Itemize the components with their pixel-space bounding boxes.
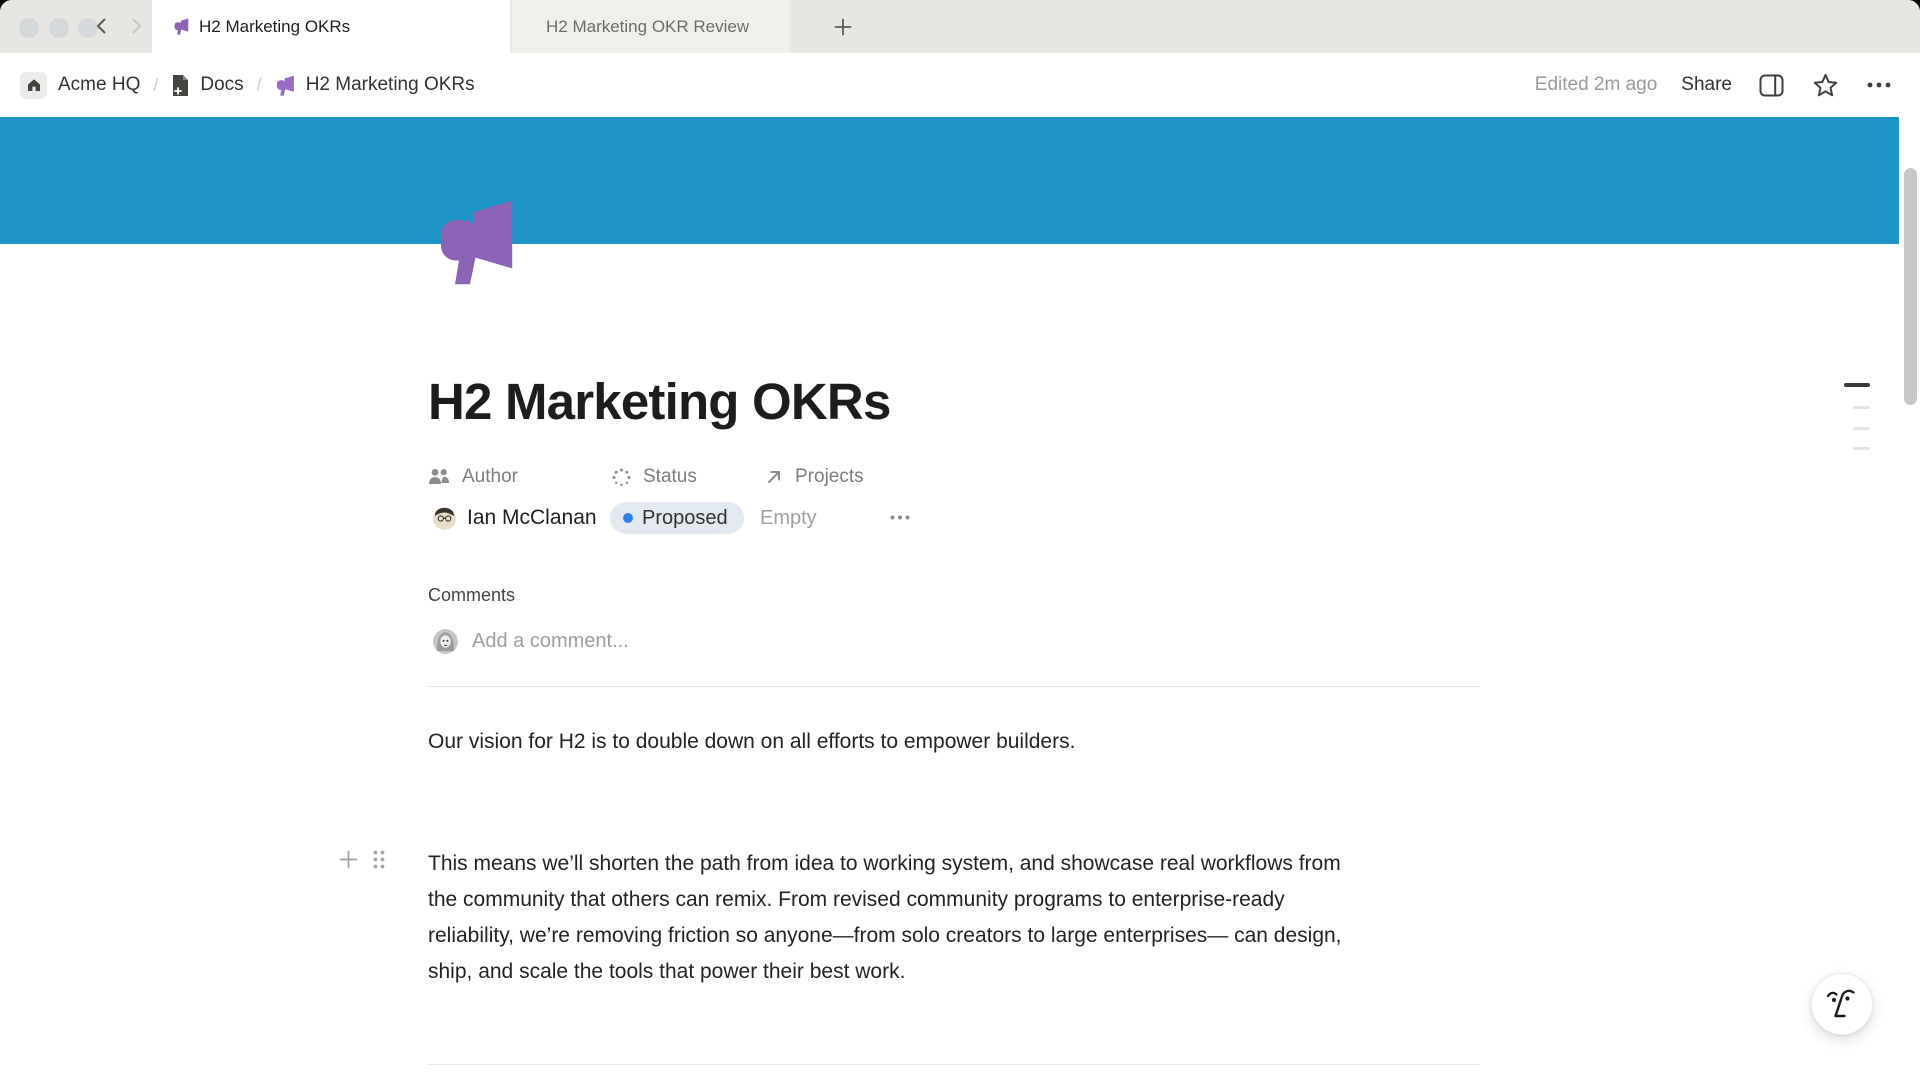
status-value-pill[interactable]: Proposed <box>610 502 744 534</box>
ellipsis-icon <box>1867 82 1891 88</box>
avatar <box>433 629 458 654</box>
property-label: Projects <box>795 466 864 488</box>
share-button[interactable]: Share <box>1681 74 1732 96</box>
property-label: Author <box>462 466 518 488</box>
toc-line[interactable] <box>1853 427 1870 430</box>
plus-icon <box>338 849 359 870</box>
paragraph-block[interactable]: This means we’ll shorten the path from i… <box>428 846 1368 990</box>
breadcrumb-separator: / <box>153 75 158 96</box>
ai-assistant-button[interactable] <box>1811 973 1873 1035</box>
breadcrumb-item-docs[interactable]: Docs <box>171 74 243 97</box>
paragraph-block[interactable]: Our vision for H2 is to double down on a… <box>428 724 1428 760</box>
tab-h2-marketing-okr-review[interactable]: H2 Marketing OKR Review <box>512 0 790 53</box>
author-name: Ian McClanan <box>467 506 597 530</box>
breadcrumb: Acme HQ / Docs / H2 Marketing OKRs <box>20 53 475 117</box>
page-header: Acme HQ / Docs / H2 Marketing OKRs Edite… <box>0 53 1920 117</box>
home-icon <box>20 72 47 99</box>
back-button[interactable] <box>88 12 116 40</box>
toc-line[interactable] <box>1853 447 1870 450</box>
toc-line-active[interactable] <box>1844 383 1870 387</box>
star-icon <box>1813 73 1838 97</box>
page-icon-megaphone[interactable] <box>433 198 521 286</box>
vertical-scrollbar-thumb[interactable] <box>1904 168 1917 405</box>
megaphone-icon <box>275 75 296 96</box>
close-window-button[interactable] <box>19 18 39 38</box>
last-edited-text: Edited 2m ago <box>1535 74 1658 96</box>
more-properties-button[interactable] <box>883 500 917 534</box>
divider <box>428 1064 1480 1065</box>
add-comment-placeholder: Add a comment... <box>472 630 629 653</box>
people-icon <box>428 468 450 486</box>
block-handles <box>338 849 386 875</box>
breadcrumb-item-current-page[interactable]: H2 Marketing OKRs <box>275 74 475 96</box>
drag-handle-icon <box>372 849 386 870</box>
projects-value-empty[interactable]: Empty <box>760 507 817 530</box>
property-projects[interactable]: Projects <box>765 466 864 488</box>
add-comment-row[interactable]: Add a comment... <box>433 629 629 654</box>
property-author[interactable]: Author <box>428 466 518 488</box>
document-plus-icon <box>171 74 190 97</box>
spinner-icon <box>612 468 631 487</box>
favorite-button[interactable] <box>1810 70 1840 100</box>
author-value[interactable]: Ian McClanan <box>433 506 597 530</box>
ellipsis-icon <box>890 515 910 520</box>
megaphone-icon <box>173 18 190 35</box>
chevron-right-icon <box>127 17 145 35</box>
header-actions: Edited 2m ago Share <box>1535 53 1894 117</box>
tab-h2-marketing-okrs[interactable]: H2 Marketing OKRs <box>152 0 510 53</box>
property-status[interactable]: Status <box>612 466 697 488</box>
more-options-button[interactable] <box>1864 70 1894 100</box>
breadcrumb-label: Acme HQ <box>58 74 140 96</box>
breadcrumb-label: Docs <box>200 74 243 96</box>
page-cover[interactable] <box>0 117 1899 244</box>
forward-button[interactable] <box>122 12 150 40</box>
divider <box>428 686 1480 687</box>
tab-label: H2 Marketing OKR Review <box>546 17 749 37</box>
breadcrumb-label: H2 Marketing OKRs <box>306 74 475 96</box>
ai-face-icon <box>1826 987 1858 1021</box>
breadcrumb-item-acme-hq[interactable]: Acme HQ <box>20 72 140 99</box>
page-title[interactable]: H2 Marketing OKRs <box>428 372 891 431</box>
property-label: Status <box>643 466 697 488</box>
toc-line[interactable] <box>1853 406 1870 409</box>
arrow-up-right-icon <box>765 468 783 486</box>
breadcrumb-separator: / <box>257 75 262 96</box>
tab-bar: H2 Marketing OKRs H2 Marketing OKR Revie… <box>0 0 1920 53</box>
minimize-window-button[interactable] <box>49 18 69 38</box>
drag-block-handle[interactable] <box>372 849 386 875</box>
tab-label: H2 Marketing OKRs <box>199 17 350 37</box>
chevron-left-icon <box>93 17 111 35</box>
avatar <box>433 507 456 530</box>
status-dot <box>623 513 633 523</box>
new-tab-button[interactable] <box>830 14 856 40</box>
side-panel-icon <box>1759 74 1784 97</box>
plus-icon <box>833 17 853 37</box>
side-panel-toggle-button[interactable] <box>1756 70 1786 100</box>
app-window: H2 Marketing OKRs H2 Marketing OKR Revie… <box>0 0 1920 1080</box>
status-value: Proposed <box>642 507 728 530</box>
add-block-button[interactable] <box>338 849 359 875</box>
comments-section-label: Comments <box>428 585 515 606</box>
